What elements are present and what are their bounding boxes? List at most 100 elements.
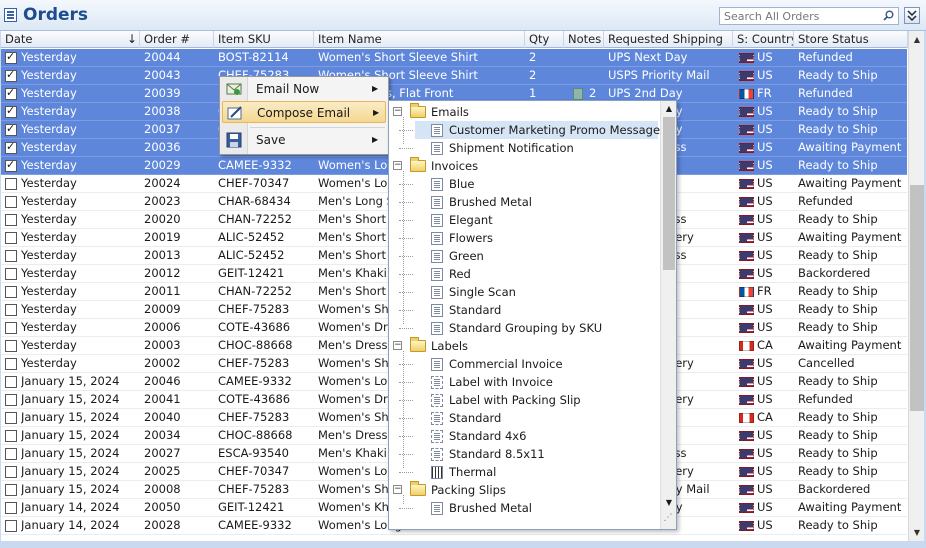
row-checkbox[interactable] [5,376,17,388]
row-checkbox[interactable] [5,104,17,118]
row-checkbox[interactable] [5,520,17,532]
search-input[interactable] [720,8,880,24]
row-checkbox[interactable] [5,448,17,460]
column-header-item-name[interactable]: Item Name [314,31,525,48]
table-row[interactable]: Yesterday 20044 BOST-82114 Women's Short Sl… [1,49,907,67]
column-header-shipping[interactable]: Requested Shipping [604,31,733,48]
scroll-up-icon[interactable]: ▲ [909,31,924,48]
row-checkbox[interactable] [5,68,17,82]
note-icon[interactable] [573,88,583,100]
row-checkbox[interactable] [5,158,17,172]
tree-item[interactable]: Standard 4x6 [399,427,658,445]
flag-us-icon [739,377,754,387]
tree-scrollbar[interactable]: ▲ ▼ [660,101,676,529]
column-header-status[interactable]: Store Status [794,31,908,48]
cell-date: Yesterday [21,122,77,136]
row-checkbox[interactable] [5,86,17,100]
column-header-sku[interactable]: Item SKU [214,31,314,48]
row-checkbox[interactable] [5,50,17,64]
cell-sku: CHEF-75283 [218,356,290,370]
row-checkbox[interactable] [5,268,17,280]
row-checkbox[interactable] [5,412,17,424]
menu-item-compose-email[interactable]: Compose Email ▶ [222,101,386,123]
row-checkbox[interactable] [5,466,17,478]
tree-item[interactable]: Label with Packing Slip [399,391,658,409]
menu-item-save[interactable]: Save ▶ [222,129,386,151]
collapse-toggle-icon[interactable]: − [393,341,402,350]
cell-sku: CHAN-72252 [218,284,292,298]
tree-item[interactable]: Standard [399,409,658,427]
flag-us-icon [739,305,754,315]
row-checkbox[interactable] [5,178,17,190]
tree-item[interactable]: Standard Grouping by SKU [399,319,658,337]
tree-folder[interactable]: − Packing Slips [391,481,658,499]
tree-folder[interactable]: − Emails [391,103,658,121]
column-header-notes[interactable]: Notes [564,31,604,48]
cell-status: Ready to Ship [798,104,878,118]
tree-folder[interactable]: − Invoices [391,157,658,175]
row-checkbox[interactable] [5,358,17,370]
tree-item[interactable]: Flowers [399,229,658,247]
tree-connector [399,148,413,149]
scrollbar-thumb[interactable] [910,185,924,411]
tree-item[interactable]: Label with Invoice [399,373,658,391]
tree-item[interactable]: Thermal [399,463,658,481]
tree-item[interactable]: Standard [399,301,658,319]
row-checkbox[interactable] [5,122,17,136]
column-header-order[interactable]: Order # [140,31,214,48]
scroll-up-icon[interactable]: ▲ [661,101,676,117]
scroll-down-icon[interactable]: ▼ [661,495,676,511]
tree-item[interactable]: Red [399,265,658,283]
column-header-date[interactable]: Date [1,31,140,48]
tree-item[interactable]: Commercial Invoice [399,355,658,373]
tree-item[interactable]: Elegant [399,211,658,229]
row-checkbox[interactable] [5,502,17,514]
cell-order: 20024 [144,176,181,190]
search-box[interactable] [719,7,899,25]
tree-item[interactable]: Single Scan [399,283,658,301]
tree-item[interactable]: Brushed Metal [399,193,658,211]
cell-date: Yesterday [21,338,77,352]
row-checkbox[interactable] [5,484,17,496]
cell-country: US [757,176,773,190]
tree-item[interactable]: Standard 8.5x11 [399,445,658,463]
resize-grip-icon[interactable]: ⋰ [660,513,676,529]
row-checkbox[interactable] [5,196,17,208]
document-icon [431,196,443,209]
row-checkbox[interactable] [5,340,17,352]
tree-item[interactable]: Brushed Metal [399,499,658,517]
row-checkbox[interactable] [5,394,17,406]
row-checkbox[interactable] [5,322,17,334]
tree-node-label: Label with Invoice [449,375,553,389]
scroll-down-icon[interactable]: ▼ [909,524,924,541]
row-checkbox[interactable] [5,304,17,316]
cell-order: 20028 [144,518,181,532]
collapse-panel-button[interactable] [904,7,920,24]
scrollbar-thumb[interactable] [663,117,675,270]
tree-item[interactable]: Green [399,247,658,265]
search-icon[interactable] [883,10,894,21]
tree-item[interactable]: Blue [399,175,658,193]
table-row[interactable]: Yesterday20043CHEF-75283Women's Short Sl… [1,67,907,85]
cell-order: 20044 [144,50,181,64]
cell-status: Ready to Ship [798,320,878,334]
cell-status: Refunded [798,50,853,64]
menu-item-email-now[interactable]: Email Now ▶ [222,78,386,100]
collapse-toggle-icon[interactable]: − [393,485,402,494]
row-checkbox[interactable] [5,286,17,298]
collapse-toggle-icon[interactable]: − [393,107,402,116]
tree-item[interactable]: Customer Marketing Promo Message [399,121,660,139]
tree-item[interactable]: Shipment Notification [399,139,658,157]
row-checkbox[interactable] [5,430,17,442]
row-checkbox[interactable] [5,250,17,262]
column-header-country[interactable]: S: Country [733,31,794,48]
tree-folder[interactable]: − Labels [391,337,658,355]
row-checkbox[interactable] [5,140,17,154]
grid-vertical-scrollbar[interactable]: ▲ ▼ [908,31,924,541]
row-checkbox[interactable] [5,214,17,226]
column-header-qty[interactable]: Qty [525,31,564,48]
collapse-toggle-icon[interactable]: − [393,161,402,170]
tree-node-label: Commercial Invoice [449,357,563,371]
row-checkbox[interactable] [5,232,17,244]
cell-order: 20040 [144,410,181,424]
